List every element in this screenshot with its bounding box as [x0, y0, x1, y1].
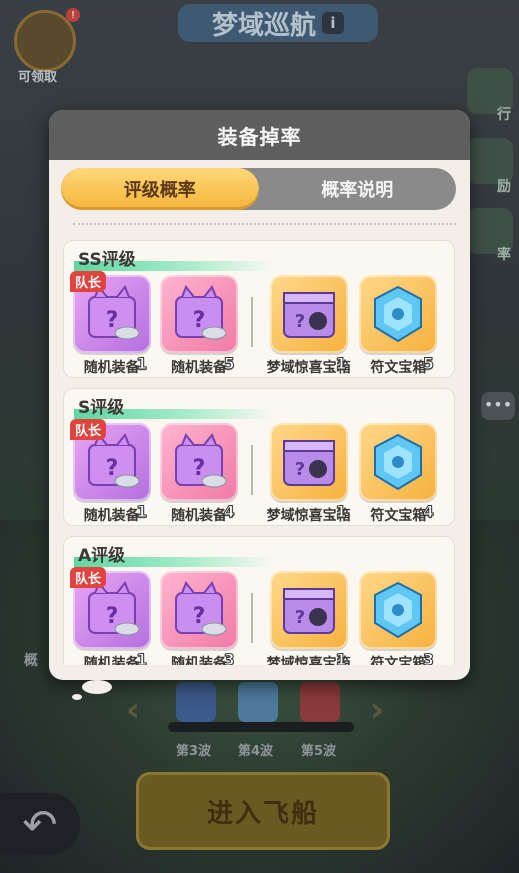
item-count: 3: [223, 650, 235, 666]
item-count: 5: [223, 354, 235, 374]
grade-list[interactable]: SS评级 队长 ? 1 随机装备 ? 5 随机装备 ? 1 梦域惊喜宝箱 5 符…: [63, 240, 455, 665]
claim-alert-badge: !: [66, 8, 80, 22]
chat-icon[interactable]: •••: [481, 392, 515, 420]
item-count: 5: [422, 354, 435, 374]
wave-progress-bar: [168, 722, 354, 732]
svg-text:?: ?: [193, 604, 206, 629]
ranking-label: 行: [497, 107, 511, 123]
random-equipment-box-icon: ?: [160, 571, 239, 649]
grade-title-text: S评级: [78, 398, 125, 418]
item-count: 1: [335, 354, 347, 374]
reward-label: 励: [497, 179, 511, 195]
captain-badge: 队长: [70, 419, 107, 440]
reward-item[interactable]: 5 符文宝箱: [359, 275, 438, 376]
dotted-divider: [73, 223, 456, 225]
grade-section-ss: SS评级 队长 ? 1 随机装备 ? 5 随机装备 ? 1 梦域惊喜宝箱 5 符…: [63, 240, 455, 378]
svg-text:?: ?: [105, 456, 118, 481]
grade-section-s: S评级 队长 ? 1 随机装备 ? 4 随机装备 ? 1 梦域惊喜宝箱 4 符文…: [63, 388, 455, 526]
item-separator: [250, 593, 253, 643]
wave-box-icon: [176, 682, 216, 722]
wave-label: 第3波: [176, 744, 212, 759]
item-count: 3: [422, 650, 435, 666]
rate-label: 率: [497, 247, 511, 263]
random-equipment-box-icon: ?: [160, 275, 239, 353]
rune-box-icon: [359, 571, 438, 649]
reward-item[interactable]: ? 5 随机装备: [159, 275, 239, 376]
dialog-bubble-tail: [82, 680, 112, 694]
wave-next-arrow-icon[interactable]: ›: [370, 690, 384, 730]
reward-item[interactable]: ? 1 梦域惊喜宝箱: [267, 423, 351, 524]
reward-item[interactable]: ? 4 随机装备: [159, 423, 239, 524]
captain-badge: 队长: [70, 271, 107, 292]
reward-item[interactable]: ? 1 梦域惊喜宝箱: [267, 571, 351, 665]
svg-text:?: ?: [294, 607, 304, 628]
svg-text:?: ?: [294, 459, 304, 480]
captain-badge: 队长: [70, 567, 107, 588]
tab-grade-rate[interactable]: 评级概率: [61, 168, 259, 210]
item-count: 4: [422, 502, 435, 522]
page-title: 梦域巡航 i: [178, 4, 378, 42]
reward-item[interactable]: 3 符文宝箱: [359, 571, 438, 665]
reward-item[interactable]: ? 3 随机装备: [159, 571, 239, 666]
item-count: 4: [223, 502, 235, 522]
dialog-title: 装备掉率: [49, 110, 470, 160]
svg-text:?: ?: [294, 311, 304, 332]
grade-title: SS评级: [74, 245, 274, 271]
wave-prev-arrow-icon[interactable]: ‹: [126, 690, 140, 730]
info-icon[interactable]: i: [322, 12, 344, 34]
item-count: 1: [136, 502, 148, 522]
grade-title-text: SS评级: [78, 250, 136, 270]
dialog-bubble-tail: [72, 694, 82, 700]
reward-item[interactable]: 队长 ? 1 随机装备: [70, 419, 151, 524]
svg-text:?: ?: [105, 308, 118, 333]
left-panel-label: 概: [24, 653, 38, 669]
page-title-text: 梦域巡航: [211, 10, 316, 41]
back-arrow-icon[interactable]: ↶: [0, 793, 80, 855]
grade-title-text: A评级: [78, 546, 126, 566]
wave-label: 第4波: [238, 744, 274, 759]
grade-title: S评级: [74, 393, 274, 419]
dream-surprise-box-icon: ?: [269, 275, 348, 353]
item-separator: [250, 297, 253, 347]
item-count: 1: [335, 502, 347, 522]
tab-bar: 评级概率 概率说明: [61, 168, 456, 210]
grade-title: A评级: [74, 541, 274, 567]
item-count: 1: [136, 650, 148, 666]
wave-label: 第5波: [301, 744, 337, 759]
random-equipment-box-icon: ?: [160, 423, 239, 501]
tab-rate-explanation[interactable]: 概率说明: [259, 168, 457, 210]
rune-box-icon: [359, 275, 438, 353]
dream-surprise-box-icon: ?: [269, 423, 348, 501]
svg-text:?: ?: [193, 308, 206, 333]
reward-item[interactable]: 4 符文宝箱: [359, 423, 438, 524]
drop-rate-dialog: 装备掉率 评级概率 概率说明 SS评级 队长 ? 1 随机装备 ? 5 随机装备: [49, 110, 470, 680]
enter-ship-button[interactable]: 进入飞船: [136, 772, 390, 850]
item-count: 1: [136, 354, 148, 374]
dream-surprise-box-icon: ?: [269, 571, 348, 649]
svg-text:?: ?: [193, 456, 206, 481]
item-separator: [250, 445, 253, 495]
reward-item[interactable]: 队长 ? 1 随机装备: [70, 271, 151, 376]
rune-box-icon: [359, 423, 438, 501]
wave-box-icon: [300, 682, 340, 722]
reward-item[interactable]: 队长 ? 1 随机装备: [70, 567, 151, 666]
wave-box-icon: [238, 682, 278, 722]
svg-text:?: ?: [105, 604, 118, 629]
grade-section-a: A评级 队长 ? 1 随机装备 ? 3 随机装备 ? 1 梦域惊喜宝箱 3 符文…: [63, 536, 455, 665]
claim-label: 可领取: [18, 70, 58, 85]
reward-item[interactable]: ? 1 梦域惊喜宝箱: [267, 275, 351, 376]
item-count: 1: [335, 650, 347, 666]
